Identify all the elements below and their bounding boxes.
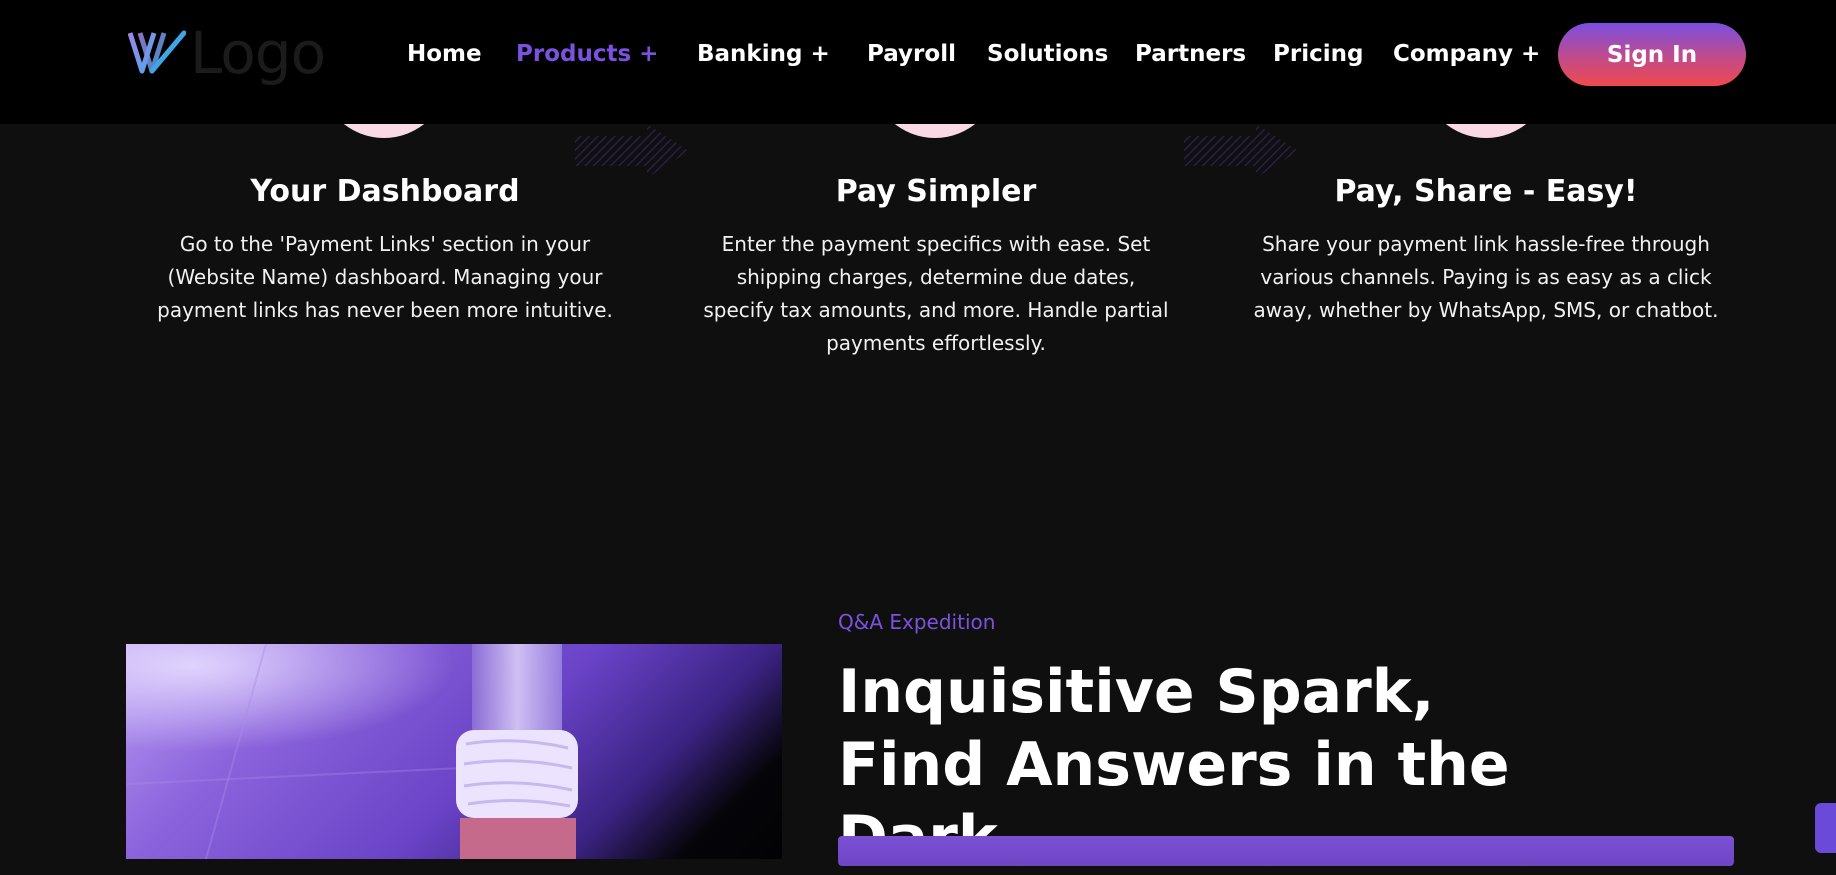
nav-payroll[interactable]: Payroll [867,38,956,70]
faq-accordion-item[interactable] [838,836,1734,866]
nav-partners[interactable]: Partners [1135,38,1246,70]
sign-in-button[interactable]: Sign In [1558,23,1746,86]
faq-eyebrow: Q&A Expedition [838,610,996,634]
step-card: Your Dashboard Go to the 'Payment Links'… [150,172,620,327]
arrow-right-icon [1184,124,1298,178]
nav-banking[interactable]: Banking + [697,38,830,70]
step-description: Share your payment link hassle-free thro… [1253,232,1719,322]
step-card: Pay, Share - Easy! Share your payment li… [1250,172,1722,327]
step-title: Pay Simpler [835,174,1037,209]
floating-side-tab[interactable] [1815,803,1836,853]
faq-image [126,644,782,859]
faq-photo [126,644,782,859]
nav-solutions[interactable]: Solutions [987,38,1108,70]
step-title: Pay, Share - Easy! [1334,174,1638,209]
nav-products[interactable]: Products + [516,38,658,70]
step-description: Enter the payment specifics with ease. S… [703,232,1169,355]
logo-mark-icon [128,30,186,74]
nav-home[interactable]: Home [407,38,482,70]
nav-pricing[interactable]: Pricing [1273,38,1363,70]
logo[interactable]: Logo [128,19,326,87]
arrow-right-icon [575,124,689,178]
step-description: Go to the 'Payment Links' section in you… [157,232,613,322]
site-header: Logo Home Products + Banking + Payroll S… [0,0,1836,124]
nav-company[interactable]: Company + [1393,38,1540,70]
step-title: Your Dashboard [250,174,520,209]
logo-text: Logo [190,19,326,87]
step-card: Pay Simpler Enter the payment specifics … [700,172,1172,360]
